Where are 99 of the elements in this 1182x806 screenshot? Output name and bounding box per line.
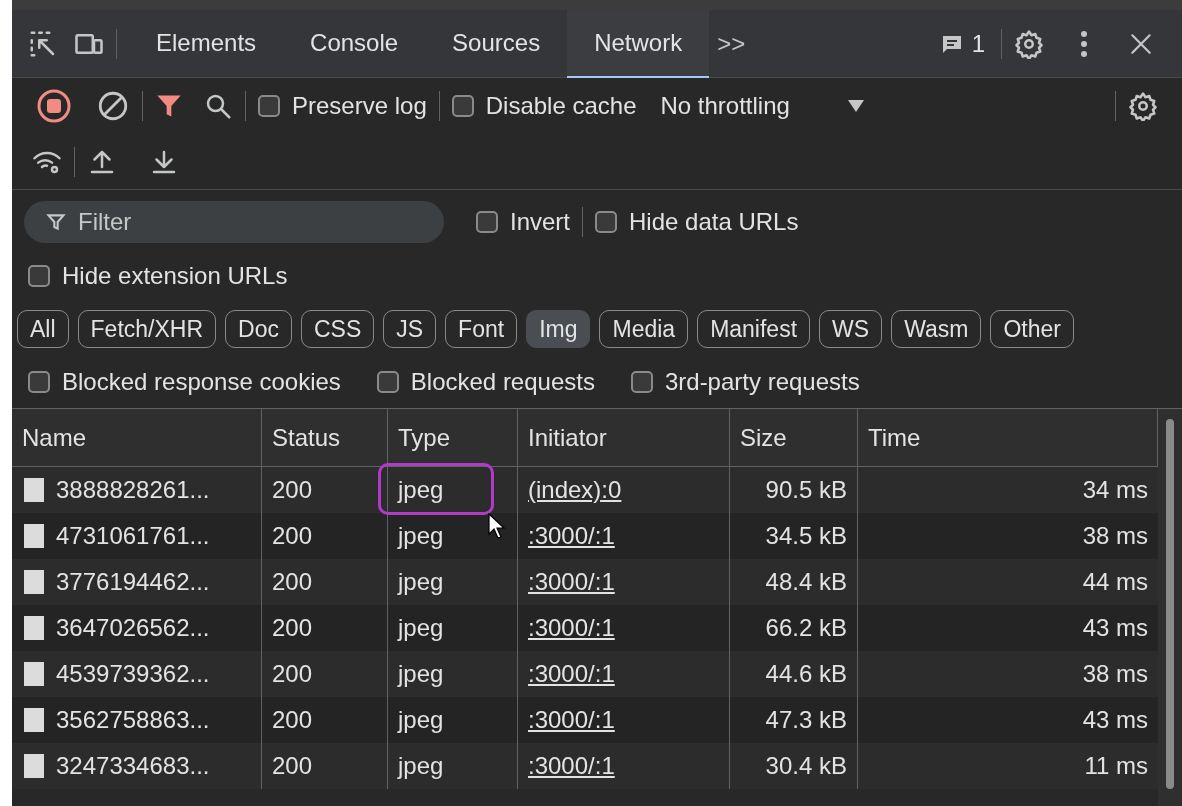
checkbox-label: Hide extension URLs (62, 261, 288, 291)
table-cell-text: 3776194462... (56, 567, 210, 597)
initiator-link[interactable]: :3000/:1 (528, 748, 615, 784)
table-cell-text: jpeg (398, 613, 444, 643)
table-cell-text: 11 ms (1084, 751, 1148, 781)
table-cell-text: 200 (272, 475, 313, 505)
table-cell-text: 3888828261... (56, 475, 210, 505)
initiator-link[interactable]: :3000/:1 (528, 656, 615, 692)
checkbox-label: Disable cache (485, 91, 637, 121)
table-cell-text: 30.4 kB (765, 751, 847, 781)
table-cell-text: 44.6 kB (765, 659, 847, 689)
thumbnail-placeholder (24, 524, 44, 548)
panel-tab[interactable]: Sources (425, 9, 568, 78)
type-filter-chip[interactable]: Manifest (697, 310, 811, 348)
type-filter-chip[interactable]: Font (445, 310, 518, 348)
type-filter-chip[interactable]: Doc (225, 310, 292, 348)
checkbox[interactable] (28, 371, 50, 393)
table-cell-text: jpeg (398, 567, 444, 597)
type-filter-chip[interactable]: Wasm (891, 310, 982, 348)
panel-tab[interactable]: Console (283, 9, 426, 78)
checkbox-label: Blocked response cookies (62, 367, 341, 397)
table-cell-text: jpeg (398, 705, 444, 735)
initiator-link[interactable]: :3000/:1 (528, 610, 615, 646)
panel-tab[interactable]: Network (567, 9, 710, 78)
filter-field[interactable]: Filter (24, 201, 444, 243)
table-cell-text: 200 (272, 567, 313, 597)
table-cell-text: 44 ms (1082, 567, 1148, 597)
checkbox-label: Invert (510, 207, 571, 237)
table-cell-text: 90.5 kB (765, 475, 847, 505)
table-cell-text: jpeg (398, 751, 444, 781)
checkbox[interactable] (28, 265, 50, 287)
table-cell-text: 3247334683... (56, 751, 210, 781)
thumbnail-placeholder (24, 616, 44, 640)
type-filter-chip[interactable]: CSS (300, 310, 375, 348)
mouse-cursor-icon (488, 513, 506, 539)
table-cell-text: 34.5 kB (765, 521, 847, 551)
table-cell-text: 38 ms (1082, 521, 1148, 551)
column-header[interactable]: Status (262, 409, 388, 466)
checkbox-label: Preserve log (292, 91, 427, 121)
checkbox[interactable] (451, 95, 474, 117)
table-cell-text: 200 (272, 751, 313, 781)
type-filter-chip[interactable]: Fetch/XHR (77, 310, 217, 348)
thumbnail-placeholder (24, 708, 44, 732)
issues-count[interactable]: 1 (971, 25, 985, 62)
type-filter-chip[interactable]: Img (526, 310, 591, 348)
table-cell-text: 4539739362... (56, 659, 210, 689)
type-filter-chip[interactable]: JS (383, 310, 437, 348)
record-stop-icon[interactable] (36, 88, 72, 124)
type-filter-chip[interactable]: Media (599, 310, 689, 348)
initiator-link[interactable]: :3000/:1 (528, 702, 615, 738)
scrollbar[interactable] (1166, 419, 1174, 789)
column-header[interactable]: Initiator (518, 409, 730, 466)
initiator-link[interactable]: :3000/:1 (528, 518, 615, 554)
checkbox-label: Blocked requests (410, 367, 595, 397)
more-tabs-button[interactable]: >> (709, 25, 754, 62)
table-cell-text: 200 (272, 705, 313, 735)
more-options-icon[interactable] (1080, 29, 1088, 58)
thumbnail-placeholder (24, 570, 44, 594)
type-filter-chip[interactable]: All (17, 310, 69, 348)
checkbox-label: 3rd-party requests (664, 367, 860, 397)
column-header[interactable]: Name (12, 409, 262, 466)
table-cell-text: 47.3 kB (765, 705, 847, 735)
column-header[interactable]: Size (730, 409, 858, 466)
table-cell-text: 4731061761... (56, 521, 210, 551)
initiator-link[interactable]: (index):0 (528, 472, 622, 508)
caret-icon (847, 100, 864, 112)
settings-icon[interactable] (1014, 28, 1044, 59)
checkbox[interactable] (258, 95, 280, 117)
checkbox[interactable] (376, 371, 399, 393)
initiator-link[interactable]: :3000/:1 (528, 564, 615, 600)
table-cell-text: 43 ms (1082, 705, 1148, 735)
table-cell-text: 43 ms (1082, 613, 1148, 643)
table-cell-text: 3562758863... (56, 705, 210, 735)
panel-tab[interactable]: Elements (129, 9, 284, 78)
table-cell-text: 66.2 kB (765, 613, 847, 643)
settings-icon[interactable] (1128, 91, 1158, 121)
table-cell-text: jpeg (398, 521, 444, 551)
thumbnail-placeholder (24, 754, 44, 778)
type-filter-chip[interactable]: Other (990, 310, 1074, 348)
checkbox-label: Hide data URLs (629, 207, 799, 237)
table-cell-text: 200 (272, 613, 313, 643)
type-filter-chip[interactable]: WS (819, 310, 883, 348)
column-header[interactable]: Type (388, 409, 518, 466)
table-cell-text: 34 ms (1082, 475, 1148, 505)
table-cell-text: 3647026562... (56, 613, 210, 643)
table-cell-text: jpeg (398, 659, 444, 689)
table-cell-text: 48.4 kB (765, 567, 847, 597)
table-cell-text: jpeg (398, 475, 444, 505)
checkbox[interactable] (595, 211, 618, 233)
thumbnail-placeholder (24, 478, 44, 502)
clear-icon[interactable] (96, 89, 130, 123)
table-cell-text: 200 (272, 659, 313, 689)
table-cell-text: 200 (272, 521, 313, 551)
checkbox[interactable] (630, 371, 653, 393)
table-cell-text: 38 ms (1082, 659, 1148, 689)
throttling-dropdown[interactable]: No throttling (660, 88, 864, 124)
checkbox[interactable] (476, 211, 498, 233)
filter-icon (46, 212, 66, 232)
thumbnail-placeholder (24, 662, 44, 686)
